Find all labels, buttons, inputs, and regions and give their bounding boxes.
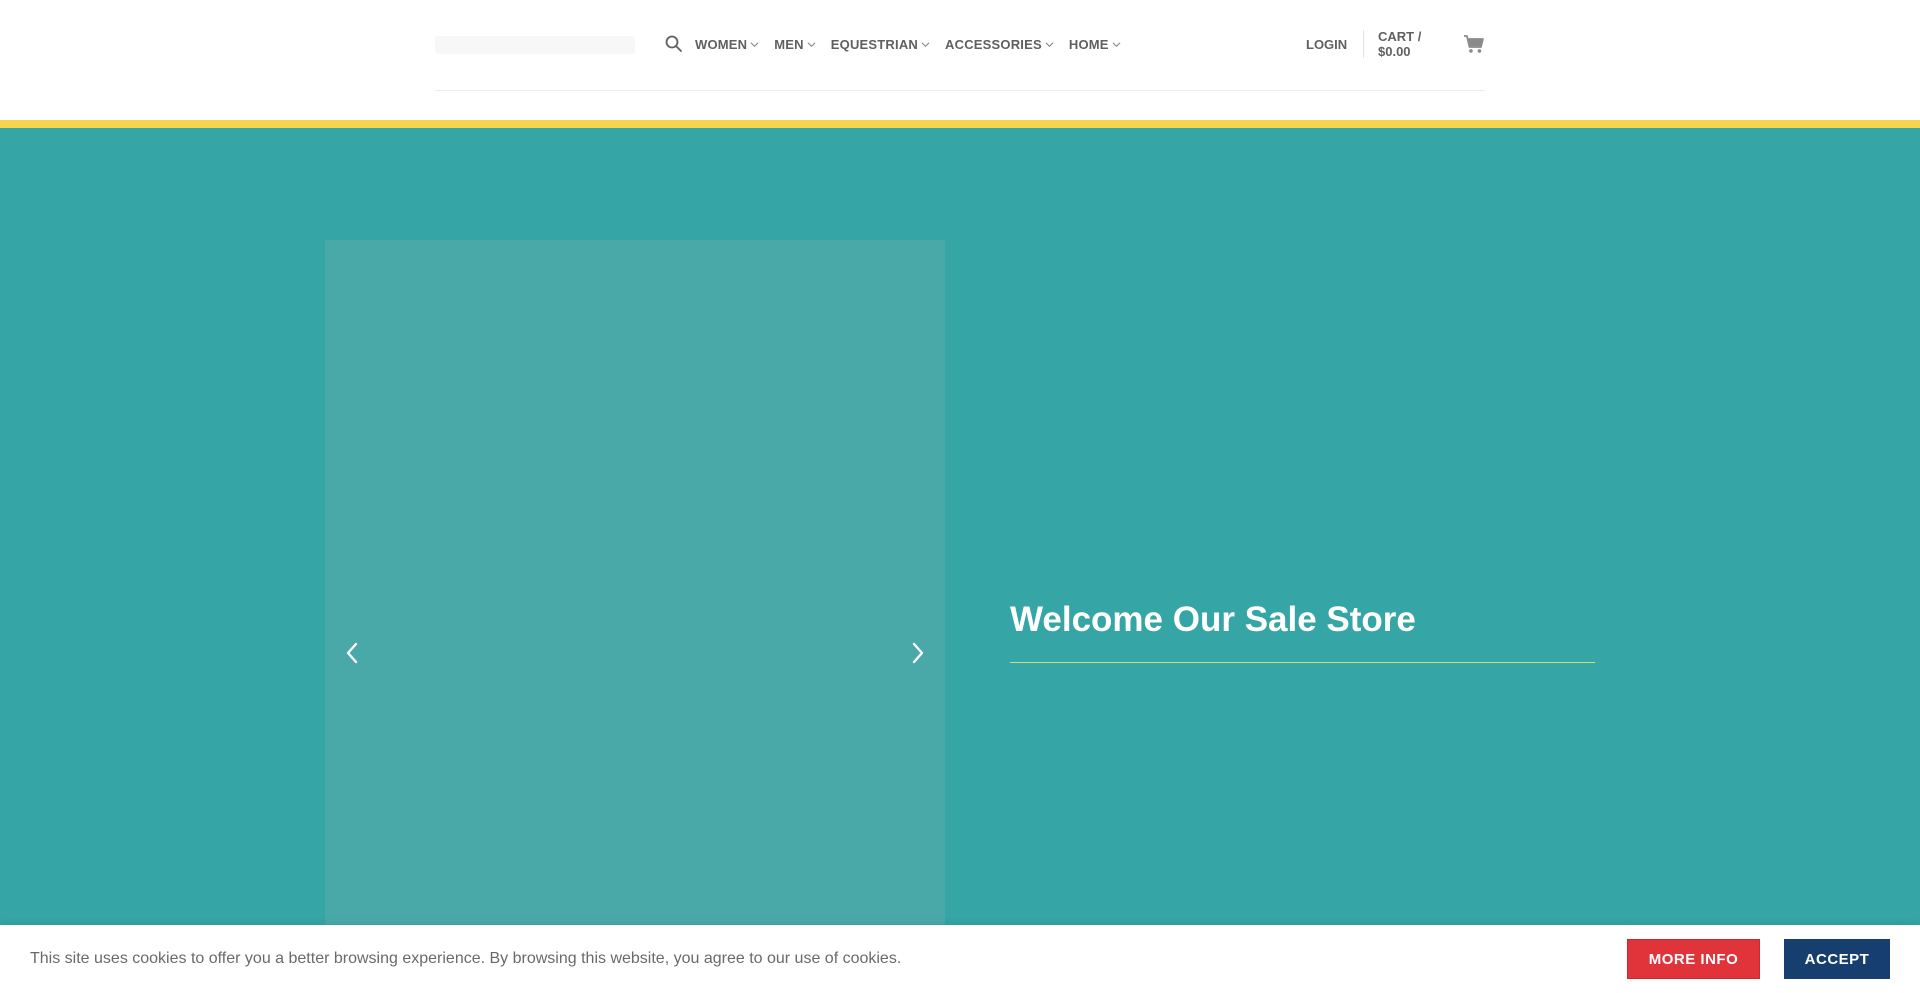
- hero-title-underline: [1010, 662, 1595, 663]
- nav-item-label: HOME: [1068, 36, 1109, 52]
- nav-item-accessories[interactable]: ACCESSORIES: [945, 37, 1054, 52]
- product-slider[interactable]: [325, 240, 945, 993]
- chevron-down-icon: [1045, 41, 1054, 47]
- chevron-left-icon: [346, 642, 358, 664]
- chevron-right-icon: [912, 642, 924, 664]
- nav-item-equestrian[interactable]: EQUESTRIAN: [831, 37, 930, 52]
- cart-label: CART / $0.00: [1378, 29, 1422, 59]
- chevron-down-icon: [921, 41, 930, 47]
- more-info-button[interactable]: MORE INFO: [1627, 939, 1760, 979]
- site-header: WOMEN MEN EQUESTRIAN ACCESSORIES HOME LO…: [0, 0, 1920, 120]
- chevron-down-icon: [750, 41, 759, 47]
- cart-link[interactable]: CART / $0.00: [1378, 29, 1485, 59]
- cookie-notice: This site uses cookies to offer you a be…: [0, 925, 1920, 993]
- nav-item-label: WOMEN: [695, 36, 748, 52]
- header-divider: [1363, 30, 1364, 58]
- nav-item-women[interactable]: WOMEN: [695, 37, 759, 52]
- accept-cookies-button[interactable]: ACCEPT: [1784, 939, 1890, 979]
- shopping-cart-icon: [1464, 35, 1484, 53]
- nav-item-home[interactable]: HOME: [1069, 37, 1121, 52]
- slider-prev-button[interactable]: [337, 633, 367, 673]
- search-button[interactable]: [664, 34, 684, 54]
- slider-next-button[interactable]: [903, 633, 933, 673]
- nav-item-men[interactable]: MEN: [774, 37, 816, 52]
- site-logo[interactable]: [435, 36, 635, 54]
- chevron-down-icon: [1112, 41, 1121, 47]
- nav-item-label: ACCESSORIES: [945, 36, 1042, 52]
- search-icon: [665, 35, 682, 52]
- nav-item-label: MEN: [774, 36, 804, 52]
- header-bar: WOMEN MEN EQUESTRIAN ACCESSORIES HOME LO…: [435, 0, 1485, 91]
- nav-item-label: EQUESTRIAN: [830, 36, 919, 52]
- accent-bar: [0, 120, 1920, 128]
- main-nav: WOMEN MEN EQUESTRIAN ACCESSORIES HOME: [695, 34, 1136, 54]
- hero-title: Welcome Our Sale Store: [1010, 600, 1416, 639]
- login-link[interactable]: LOGIN: [1306, 37, 1347, 52]
- chevron-down-icon: [807, 41, 816, 47]
- hero-section: Welcome Our Sale Store: [0, 128, 1920, 993]
- cookie-notice-text: This site uses cookies to offer you a be…: [30, 950, 902, 967]
